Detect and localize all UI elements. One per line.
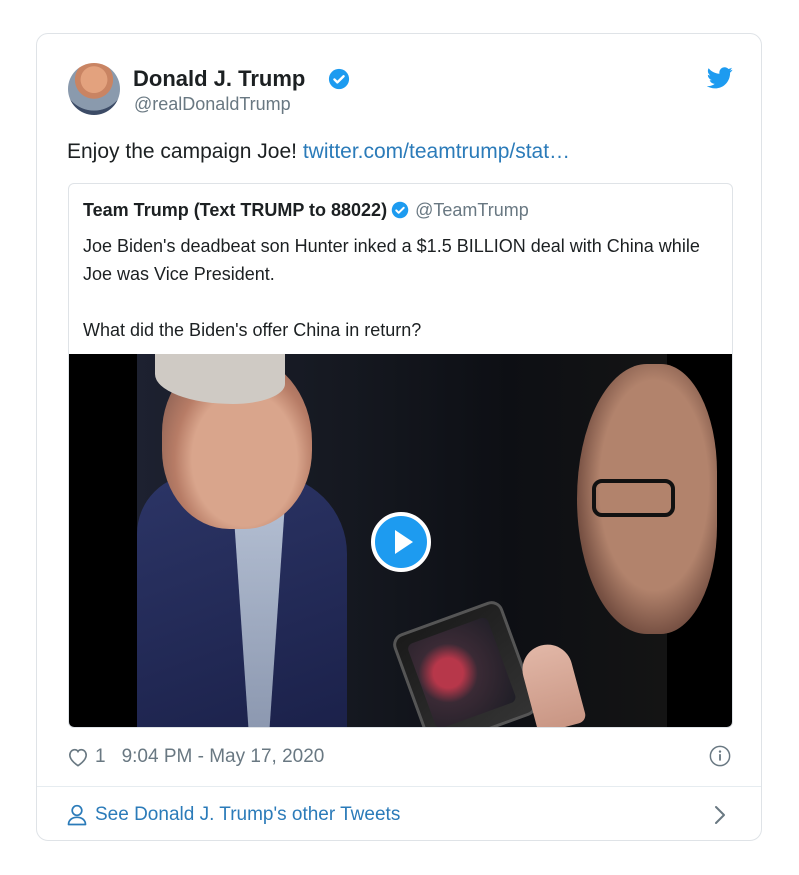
footer-divider — [37, 786, 761, 787]
quoted-text-paragraph-1: Joe Biden's deadbeat son Hunter inked a … — [83, 236, 700, 284]
twitter-bird-icon[interactable] — [707, 67, 733, 89]
quoted-tweet[interactable]: Team Trump (Text TRUMP to 88022) @TeamTr… — [68, 183, 733, 728]
quoted-tweet-text: Joe Biden's deadbeat son Hunter inked a … — [83, 232, 703, 344]
tweet-text: Enjoy the campaign Joe! twitter.com/team… — [67, 140, 570, 164]
tweet-body: Enjoy the campaign Joe! — [67, 140, 303, 163]
play-icon — [395, 530, 413, 554]
heart-icon[interactable] — [67, 747, 89, 767]
video-phone-screen — [406, 616, 518, 727]
quoted-author-name[interactable]: Team Trump (Text TRUMP to 88022) — [83, 200, 387, 220]
person-icon — [67, 804, 87, 826]
tweet-meta: 1 9:04 PM - May 17, 2020 — [67, 746, 324, 768]
verified-badge-icon — [328, 68, 350, 90]
verified-badge-icon — [391, 201, 409, 219]
quoted-tweet-header: Team Trump (Text TRUMP to 88022) @TeamTr… — [83, 200, 529, 221]
chevron-right-icon[interactable] — [713, 804, 727, 826]
video-glasses — [592, 479, 675, 517]
video-phone — [389, 597, 541, 727]
video-thumbnail[interactable] — [69, 354, 732, 727]
other-tweets-label[interactable]: See Donald J. Trump's other Tweets — [95, 804, 400, 826]
embedded-tweet-card: Donald J. Trump @realDonaldTrump Enjoy t… — [36, 33, 762, 841]
other-tweets-link[interactable]: See Donald J. Trump's other Tweets — [67, 804, 400, 826]
quoted-author-handle[interactable]: @TeamTrump — [415, 200, 529, 220]
author-handle[interactable]: @realDonaldTrump — [134, 94, 291, 115]
quoted-text-paragraph-2: What did the Biden's offer China in retu… — [83, 320, 422, 340]
like-count[interactable]: 1 — [95, 746, 106, 768]
author-avatar[interactable] — [68, 63, 120, 115]
tweet-link[interactable]: twitter.com/teamtrump/stat… — [303, 140, 570, 163]
info-icon[interactable] — [709, 745, 731, 767]
play-button[interactable] — [371, 512, 431, 572]
tweet-timestamp[interactable]: 9:04 PM - May 17, 2020 — [122, 746, 325, 768]
author-name[interactable]: Donald J. Trump — [133, 66, 305, 92]
